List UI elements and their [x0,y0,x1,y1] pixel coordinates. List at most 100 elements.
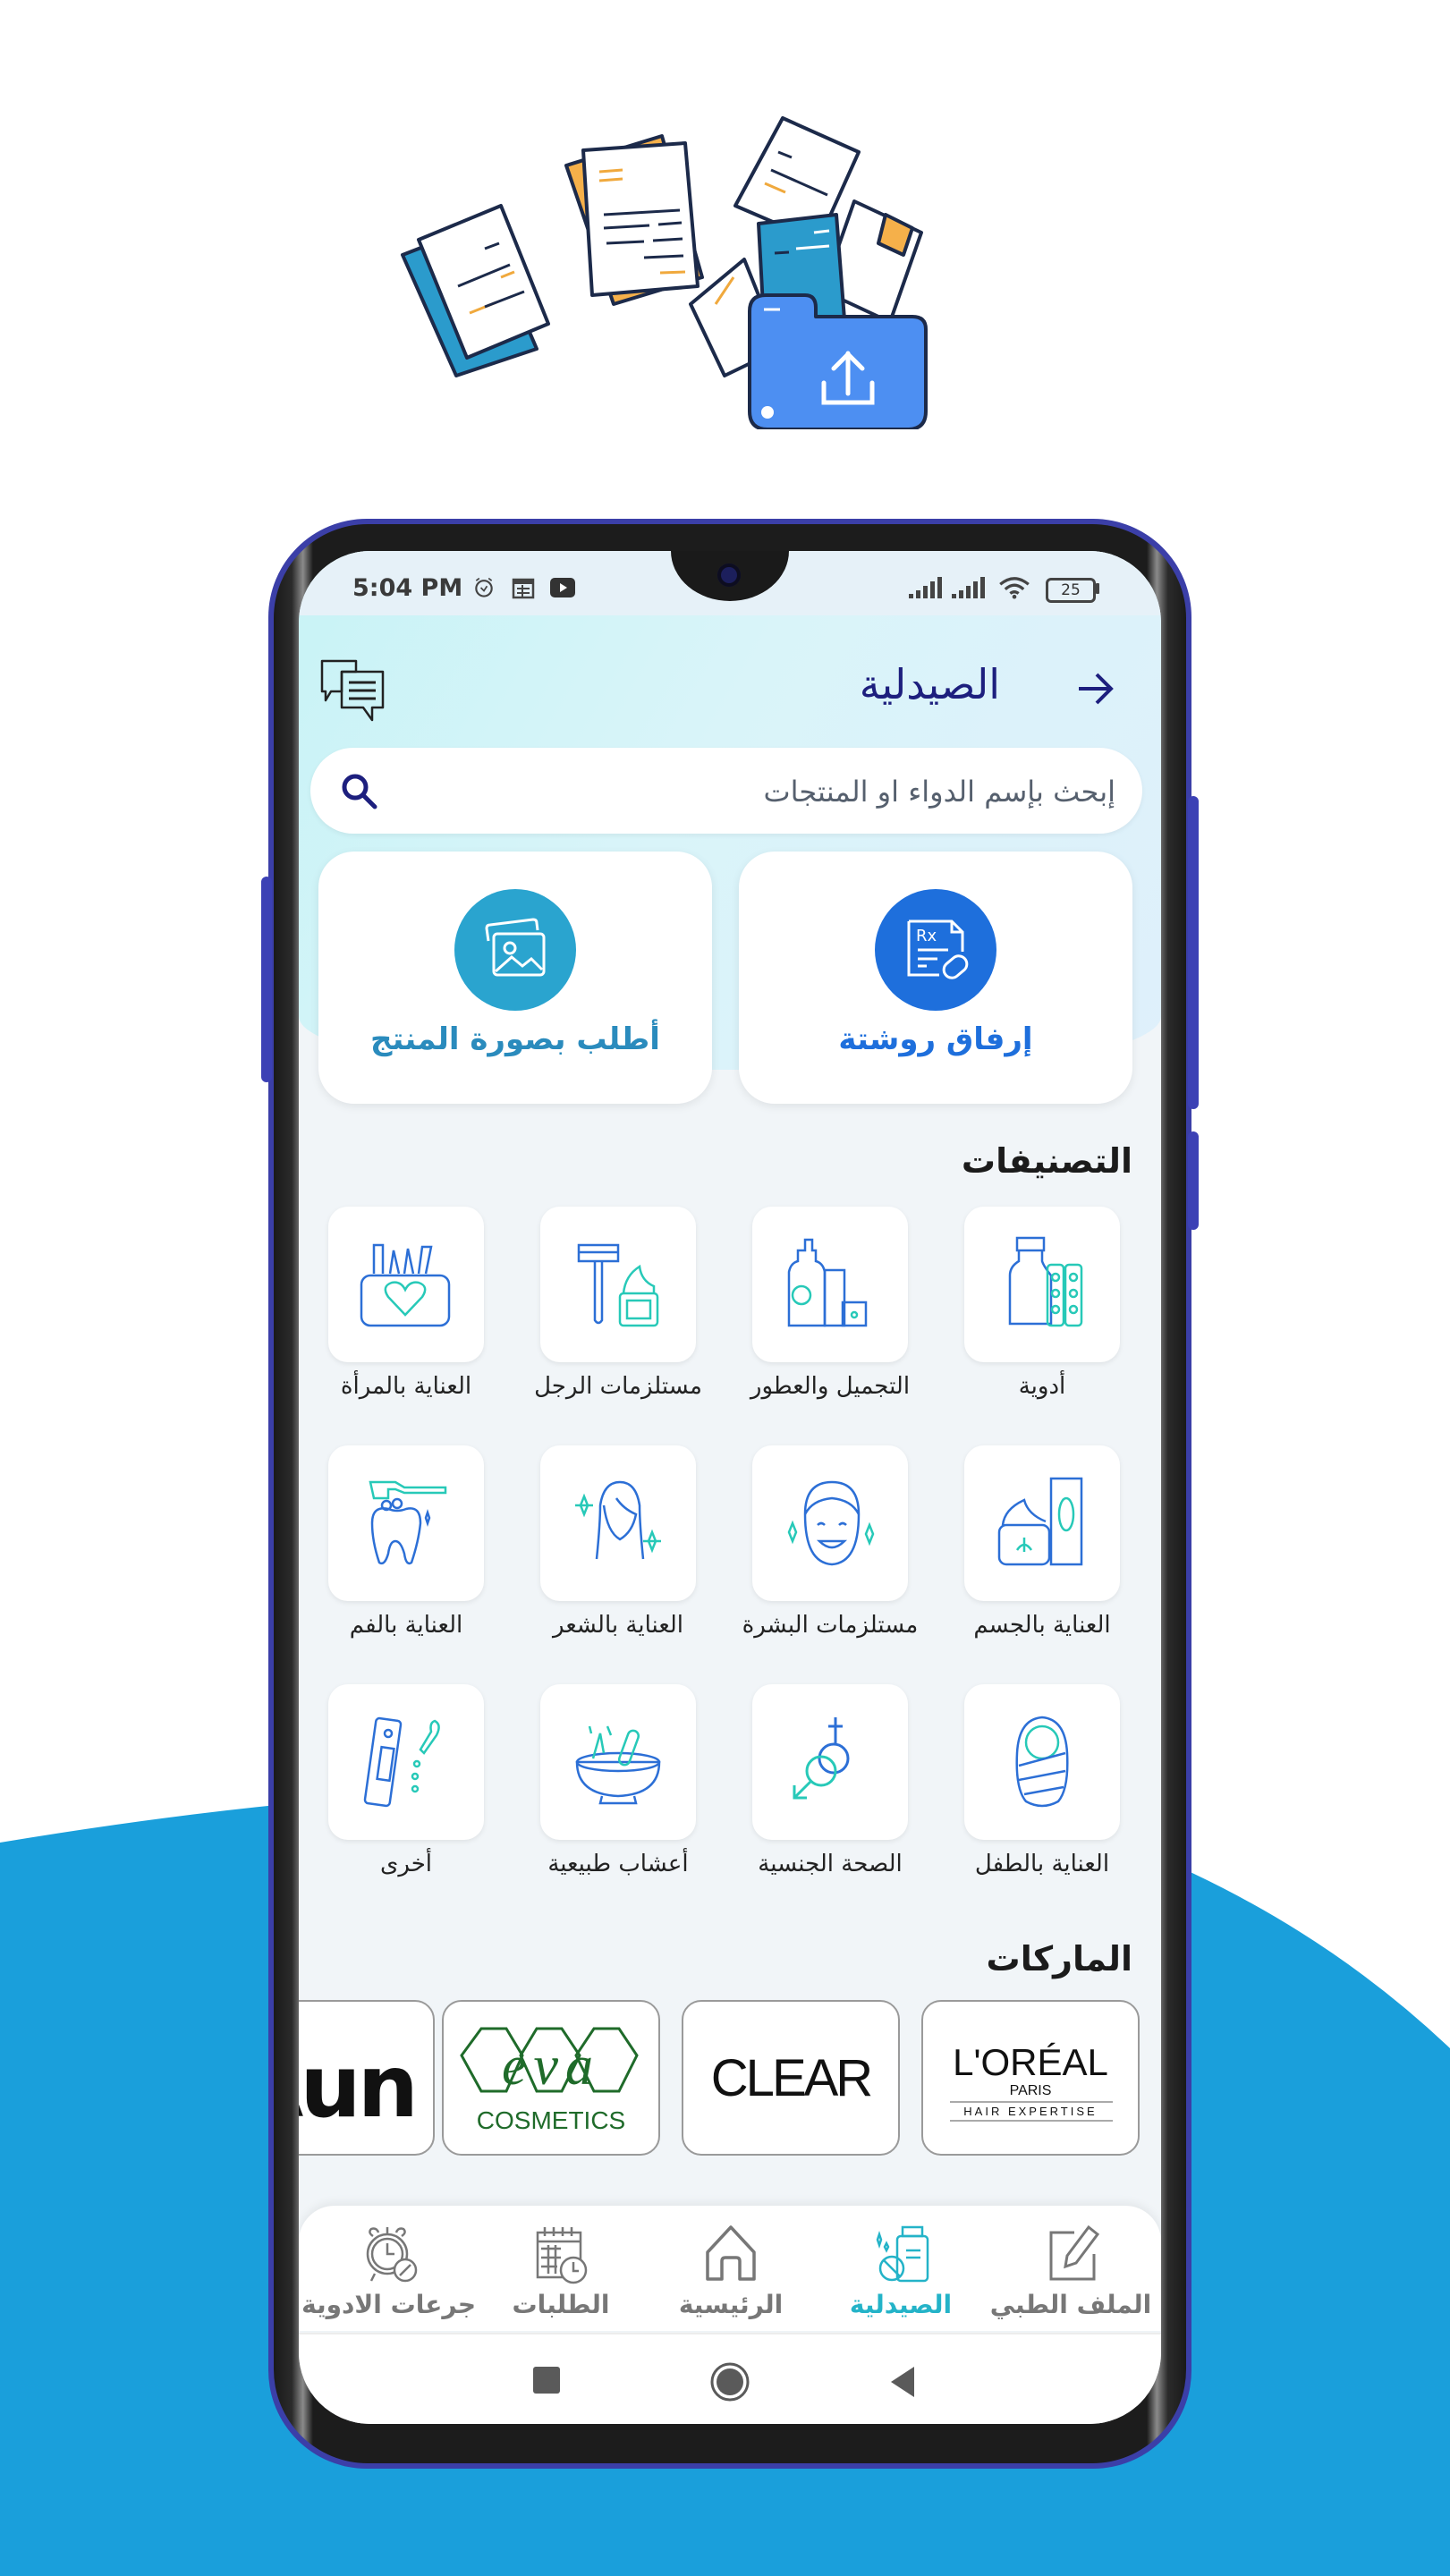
category-label: العناية بالمرأة [340,1373,472,1400]
nav-orders[interactable]: الطلبات [476,2215,646,2331]
image-gallery-icon [485,918,546,977]
brand-eva[interactable]: eva COSMETICS [442,2000,660,2156]
system-navigation-bar [299,2333,1161,2424]
makeup-bag-icon [360,1243,451,1327]
gender-symbols-icon [793,1717,850,1800]
category-icon-box [752,1684,908,1840]
category-label: مستلزمات الرجل [534,1373,702,1400]
calendar-icon [512,578,535,599]
svg-text:HAIR EXPERTISE: HAIR EXPERTISE [963,2105,1097,2118]
clear-logo: CLEAR [711,2049,875,2107]
prescription-icon-circle: Rx [875,889,996,1011]
attach-prescription-card[interactable]: Rx إرفاق روشتة [739,852,1132,1104]
category-label: أعشاب طبيعية [547,1851,689,1877]
media-play-icon [550,578,575,597]
battery-icon: 25 [1046,578,1096,603]
arrow-right-icon[interactable] [1073,669,1118,708]
category-label: التجميل والعطور [750,1373,911,1400]
category-icon-box [328,1684,484,1840]
bottom-navigation: الملف الطبي الصيدلية الرئيسية الطلبات جر… [299,2206,1161,2331]
eva-logo: eva COSMETICS [460,2027,639,2134]
home-icon [706,2225,756,2281]
alarm-pill-icon [366,2227,418,2283]
signal-icon [952,577,985,598]
svg-text:L'ORÉAL: L'ORÉAL [953,2041,1108,2083]
edit-file-icon [1049,2224,1100,2281]
category-icon-box [540,1684,696,1840]
status-time: 5:04 PM [352,574,463,602]
category-label: العناية بالطفل [974,1851,1110,1877]
signal-icon [909,577,942,598]
home-circle-icon[interactable] [709,2361,750,2402]
brand-loreal[interactable]: L'ORÉAL PARIS HAIR EXPERTISE [921,2000,1140,2156]
attach-prescription-label: إرفاق روشتة [838,1021,1033,1057]
category-icon-box [752,1445,908,1601]
front-camera [717,564,741,587]
category-icon-box [328,1445,484,1601]
svg-text:Aun: Aun [299,2037,415,2137]
category-icon-box [964,1207,1120,1362]
tooth-brush-icon [369,1480,447,1565]
nav-pharmacy[interactable]: الصيدلية [816,2215,986,2331]
nav-medication-doses[interactable]: جرعات الادوية [301,2215,476,2331]
category-label: العناية بالجسم [973,1612,1111,1639]
svg-text:PARIS: PARIS [1010,2083,1052,2098]
categories-title: التصنيفات [961,1141,1132,1181]
category-label: أخرى [380,1851,432,1877]
category-icon-box [328,1207,484,1362]
search-icon[interactable] [337,769,380,812]
upload-documents-illustration [401,116,928,429]
app-header: الصيدلية [299,615,1161,741]
nav-label: الملف الطبي [989,2290,1152,2319]
nav-label: الرئيسية [678,2290,784,2319]
medicine-bottle-icon [1008,1236,1083,1327]
pharmacy-icon [876,2225,929,2283]
brand-aun[interactable]: Aun [299,2000,435,2156]
nav-label: جرعات الادوية [301,2290,476,2319]
category-label: العناية بالشعر [552,1612,684,1639]
svg-text:Rx: Rx [916,927,937,945]
category-label: أدوية [1018,1373,1066,1400]
search-input[interactable] [416,748,1117,835]
brand-clear[interactable]: CLEAR [682,2000,900,2156]
category-label: مستلزمات البشرة [742,1612,919,1639]
razor-icon [577,1243,659,1327]
category-icon-box [752,1207,908,1362]
mortar-herbs-icon [575,1725,661,1805]
category-icon-box [964,1445,1120,1601]
category-icon-box [964,1684,1120,1840]
nav-label: الصيدلية [849,2290,953,2319]
search-bar[interactable] [310,748,1142,835]
test-dropper-icon [363,1716,440,1808]
hair-woman-icon [575,1480,661,1560]
face-towel-icon [787,1480,875,1566]
alarm-icon [475,577,493,597]
prescription-icon: Rx [907,919,969,979]
page-title: الصيدلية [859,660,1000,708]
category-label: الصحة الجنسية [758,1851,903,1877]
category-icon-box [540,1445,696,1601]
back-triangle-icon[interactable] [889,2367,916,2397]
nav-medical-file[interactable]: الملف الطبي [986,2215,1156,2331]
chat-bubbles-icon[interactable] [317,656,388,727]
cosmetics-bottles-icon [787,1238,868,1327]
phone-screen: 5:04 PM 25 الصيدلية إبحث بإسم الدواء او … [299,551,1161,2424]
aun-logo: Aun [299,2037,419,2137]
order-by-photo-label: أطلب بصورة المنتج [370,1021,660,1057]
category-label: العناية بالفم [349,1612,463,1639]
svg-text:CLEAR: CLEAR [711,2049,872,2107]
recent-apps-icon[interactable] [533,2367,560,2394]
brands-title: الماركات [986,1939,1132,1979]
category-icon-box [540,1207,696,1362]
body-cream-icon [997,1477,1083,1566]
svg-text:eva: eva [502,2036,600,2097]
nav-home[interactable]: الرئيسية [646,2215,816,2331]
svg-text:COSMETICS: COSMETICS [477,2106,625,2134]
loreal-logo: L'ORÉAL PARIS HAIR EXPERTISE [950,2041,1113,2122]
phone-side-button-left [261,877,272,1082]
calendar-clock-icon [536,2227,588,2284]
battery-tip [1096,583,1099,594]
wifi-icon [999,577,1030,599]
phone-volume-button [1188,796,1199,1109]
order-by-photo-card[interactable]: أطلب بصورة المنتج [318,852,712,1104]
